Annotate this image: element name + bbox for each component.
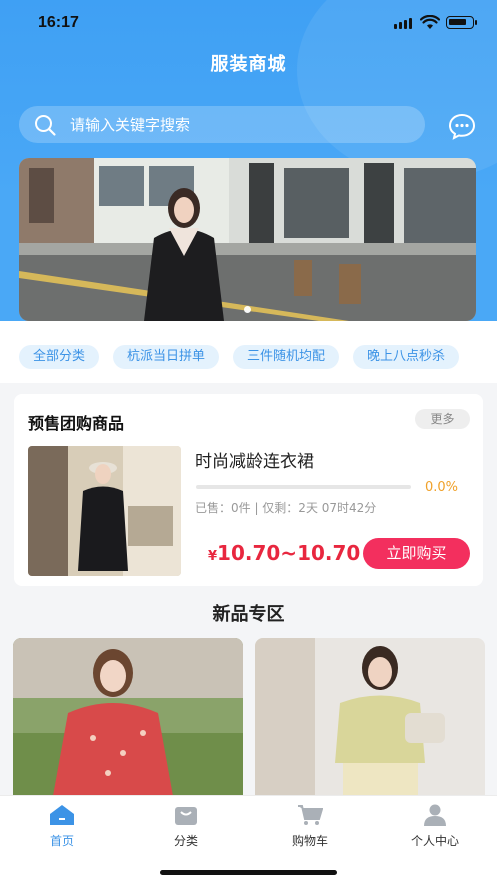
presale-card: 预售团购商品 更多 时尚减龄连衣裙 0.0% 已售：0件 | 仅剩：2天 07时… xyxy=(14,394,483,586)
home-icon xyxy=(50,805,74,825)
search-icon xyxy=(35,114,56,136)
progress-percentage: 0.0% xyxy=(425,480,459,495)
tag-same-day-group[interactable]: 杭派当日拼单 xyxy=(113,345,220,369)
search-placeholder: 请输入关键字搜索 xyxy=(70,116,191,134)
tab-category[interactable]: 分类 xyxy=(124,804,248,849)
currency-symbol: ¥ xyxy=(208,549,218,564)
tag-all-categories[interactable]: 全部分类 xyxy=(19,345,100,369)
cart-icon xyxy=(298,805,323,825)
wifi-icon xyxy=(420,15,440,29)
battery-icon xyxy=(446,16,477,29)
profile-icon xyxy=(424,804,446,826)
product-image xyxy=(13,638,243,796)
tag-flash-sale[interactable]: 晚上八点秒杀 xyxy=(353,345,460,369)
status-bar: 16:17 xyxy=(0,0,497,46)
product-card[interactable] xyxy=(255,638,485,796)
category-tags: 全部分类 杭派当日拼单 三件随机均配 晚上八点秒杀 xyxy=(19,345,460,369)
home-indicator xyxy=(160,870,337,875)
category-icon xyxy=(175,807,197,825)
product-card[interactable] xyxy=(13,638,243,796)
tab-cart[interactable]: 购物车 xyxy=(248,804,372,849)
banner-carousel[interactable] xyxy=(19,158,476,321)
tag-three-random[interactable]: 三件随机均配 xyxy=(233,345,340,369)
signal-icon xyxy=(394,18,412,29)
product-name: 时尚减龄连衣裙 xyxy=(195,452,314,472)
product-price: ¥10.70~10.70 xyxy=(208,541,360,565)
sold-info: 已售：0件 | 仅剩：2天 07时42分 xyxy=(195,501,377,515)
tab-profile[interactable]: 个人中心 xyxy=(373,804,497,849)
section-title: 预售团购商品 xyxy=(28,414,125,433)
tab-home[interactable]: 首页 xyxy=(0,804,124,849)
message-icon[interactable] xyxy=(447,112,477,142)
new-products-grid xyxy=(13,638,485,796)
carousel-indicator xyxy=(19,306,476,313)
price-value: 10.70~10.70 xyxy=(217,541,361,565)
banner-image xyxy=(19,158,476,321)
sale-progress-bar xyxy=(196,485,411,489)
tab-cart-label: 购物车 xyxy=(291,834,328,848)
page-title: 服装商城 xyxy=(210,54,287,75)
product-image xyxy=(255,638,485,796)
tab-home-label: 首页 xyxy=(49,834,74,848)
product-image[interactable] xyxy=(28,446,181,576)
tab-category-label: 分类 xyxy=(173,834,198,848)
status-time: 16:17 xyxy=(38,14,79,31)
tab-profile-label: 个人中心 xyxy=(410,834,459,848)
search-input[interactable]: 请输入关键字搜索 xyxy=(19,106,425,143)
new-products-title: 新品专区 xyxy=(212,604,285,625)
more-button[interactable]: 更多 xyxy=(415,409,470,429)
buy-now-button[interactable]: 立即购买 xyxy=(363,538,470,569)
